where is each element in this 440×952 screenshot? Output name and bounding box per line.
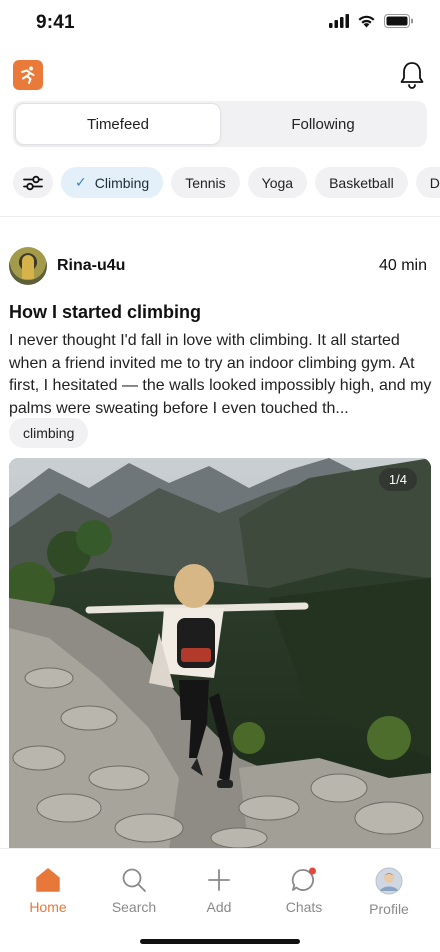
post-tag[interactable]: climbing [9,418,89,448]
divider [0,216,440,217]
chat-bubble-icon [291,867,316,891]
tab-timefeed[interactable]: Timefeed [15,103,221,145]
running-person-icon[interactable] [13,60,43,90]
search-icon [122,868,146,892]
cellular-signal-icon [329,14,349,28]
author-avatar[interactable] [9,247,47,285]
feed-tabs: Timefeed Following [13,101,427,147]
post-header: Rina-u4u 40 min [9,247,431,287]
unread-dot [309,867,316,875]
battery-icon [384,14,413,28]
mountain-hiker-photo [9,458,431,850]
author-name[interactable]: Rina-u4u [57,257,125,275]
tab-add-label: Add [206,899,232,915]
photo-counter: 1/4 [378,468,417,491]
app-header [0,58,440,94]
tab-chats[interactable]: Chats [264,867,344,915]
chip-d[interactable]: D [415,167,440,198]
chip-yoga[interactable]: Yoga [247,167,308,198]
tab-home[interactable]: Home [8,867,88,915]
tab-profile[interactable]: Profile [349,867,429,917]
wifi-icon [358,15,375,28]
home-icon [36,868,60,892]
status-bar: 9:41 [0,0,440,48]
status-icons [329,14,414,28]
filter-sliders-icon [23,175,43,190]
filter-button[interactable] [13,167,53,198]
chip-climbing[interactable]: ✓ Climbing [61,167,164,198]
category-chips: ✓ Climbing Tennis Yoga Basketball D [13,167,440,199]
tab-following[interactable]: Following [221,103,425,145]
tab-chats-label: Chats [285,899,323,915]
post-photo[interactable]: 1/4 [9,458,431,850]
checkmark-icon: ✓ [75,174,87,190]
post-time: 40 min [378,257,427,274]
profile-avatar [375,867,403,895]
chip-basketball[interactable]: Basketball [315,167,408,198]
tab-search[interactable]: Search [94,867,174,915]
tab-home-label: Home [29,899,67,915]
tab-add[interactable]: Add [179,867,259,915]
tab-profile-label: Profile [369,901,409,917]
post-body[interactable]: I never thought I'd fall in love with cl… [9,330,433,420]
bell-icon[interactable] [398,60,426,95]
bottom-tab-bar: Home Search Add Chats Profile [0,848,440,952]
plus-icon [208,869,230,891]
home-indicator[interactable] [140,939,300,944]
chip-tennis[interactable]: Tennis [171,167,240,198]
post-title[interactable]: How I started climbing [9,302,201,323]
tab-search-label: Search [111,899,157,915]
status-time: 9:41 [36,12,75,33]
chip-climbing-label: Climbing [94,174,150,191]
